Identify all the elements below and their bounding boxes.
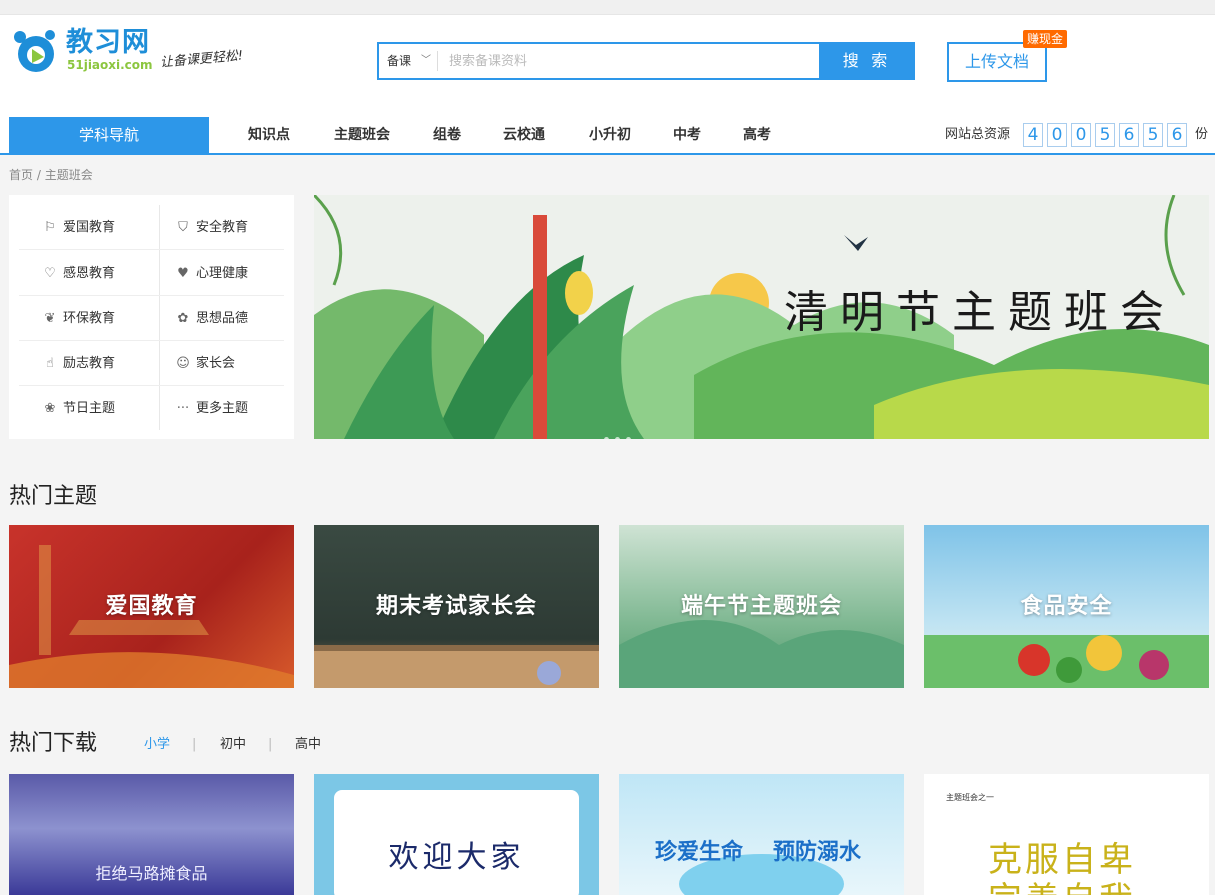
main-nav: 学科导航 知识点 主题班会 组卷 云校通 小升初 中考 高考 网站总资源 400…	[0, 115, 1215, 155]
download-card-title: 拒绝马路摊食品	[95, 864, 208, 883]
balloon-icon: ❀	[44, 401, 56, 416]
topic-item-label: 安全教育	[196, 220, 249, 235]
topic-menu: ⚐ 爱国教育 ⛉ 安全教育 ♡ 感恩教育 ♥ 心理健康 ❦ 环保教育 ✿ 思想品德 ☝ 励志教…	[9, 195, 294, 439]
top-strip	[0, 0, 1215, 15]
flag-icon: ⚐	[44, 220, 56, 235]
topic-item-label: 环保教育	[63, 311, 116, 326]
hot-topic-card[interactable]: 端午节主题班会	[619, 525, 904, 688]
download-card-title: 珍爱生命	[655, 840, 744, 865]
leaf-icon: ❦	[44, 311, 56, 326]
topic-item-label: 爱国教育	[63, 220, 116, 235]
carousel-dot[interactable]	[626, 437, 631, 439]
subject-nav-button[interactable]: 学科导航	[9, 117, 209, 153]
topic-item-environment[interactable]: ❦ 环保教育	[35, 296, 167, 341]
topic-item-label: 感恩教育	[63, 266, 116, 281]
breadcrumb-current: 主题班会	[44, 168, 93, 182]
heartbeat-icon: ♥	[177, 266, 189, 281]
topic-item-label: 心理健康	[196, 266, 249, 281]
download-card-caption: 主题班会之一	[946, 793, 994, 802]
tab-primary[interactable]: 小学	[144, 735, 170, 755]
topic-item-label: 家长会	[196, 356, 236, 371]
download-card[interactable]: 欢迎大家	[314, 774, 599, 895]
search-box: 备课 ﹀ 搜 索	[377, 42, 915, 80]
hot-topic-label: 食品安全	[1020, 594, 1113, 619]
more-icon: ···	[176, 401, 190, 416]
topic-item-inspiration[interactable]: ☝ 励志教育	[35, 341, 167, 386]
nav-item-paper[interactable]: 组卷	[433, 117, 461, 153]
search-category-select[interactable]: 备课 ﹀	[379, 44, 437, 78]
hot-topic-card[interactable]: 爱国教育	[9, 525, 294, 688]
resource-count-unit: 份	[1195, 127, 1209, 142]
topic-item-more[interactable]: ··· 更多主题	[168, 386, 300, 431]
resource-count-label: 网站总资源	[945, 127, 1011, 142]
topic-item-label: 节日主题	[63, 401, 116, 416]
shield-icon: ⛉	[178, 220, 188, 235]
brain-icon: ✿	[177, 311, 189, 326]
counter-digit: 6	[1119, 123, 1139, 147]
hot-topic-card[interactable]: 期末考试家长会	[314, 525, 599, 688]
tab-separator: |	[268, 737, 273, 752]
nav-item-cloud-school[interactable]: 云校通	[503, 117, 545, 153]
counter-digit: 0	[1047, 123, 1067, 147]
search-button[interactable]: 搜 索	[819, 44, 915, 78]
topic-item-gratitude[interactable]: ♡ 感恩教育	[35, 251, 167, 296]
nav-item-gaokao[interactable]: 高考	[743, 117, 771, 153]
heart-icon: ♡	[44, 266, 56, 281]
carousel-dot[interactable]	[615, 437, 620, 439]
carousel-dot[interactable]	[604, 437, 609, 439]
thumbs-up-icon: ☝	[46, 356, 54, 371]
counter-digit: 5	[1143, 123, 1163, 147]
hot-topic-label: 爱国教育	[105, 594, 198, 619]
nav-item-class-meeting[interactable]: 主题班会	[334, 117, 390, 153]
search-divider	[437, 51, 438, 71]
logo-domain: 51jiaoxi.com	[67, 58, 153, 72]
chevron-down-icon: ﹀	[421, 55, 431, 66]
search-category-label: 备课	[387, 54, 412, 68]
topic-item-parent-meeting[interactable]: ☺ 家长会	[168, 341, 300, 386]
topic-item-mental-health[interactable]: ♥ 心理健康	[168, 251, 300, 296]
hot-topic-label: 期末考试家长会	[375, 594, 537, 619]
hot-topics-title: 热门主题	[9, 484, 98, 509]
topic-item-safety[interactable]: ⛉ 安全教育	[168, 205, 300, 250]
upload-document-button[interactable]: 上传文档	[947, 42, 1047, 82]
breadcrumb: 首页 / 主题班会	[9, 165, 93, 185]
counter-digit: 6	[1167, 123, 1187, 147]
hot-topic-label: 端午节主题班会	[680, 594, 842, 619]
hot-topic-card[interactable]: 食品安全	[924, 525, 1209, 688]
family-icon: ☺	[176, 356, 190, 371]
tab-junior[interactable]: 初中	[220, 735, 246, 755]
resource-counter: 4005656	[1023, 123, 1191, 147]
topic-item-festival[interactable]: ❀ 节日主题	[35, 386, 167, 431]
banner-carousel[interactable]: 清明节主题班会	[314, 195, 1209, 439]
topic-item-label: 励志教育	[63, 356, 116, 371]
nav-item-knowledge[interactable]: 知识点	[248, 117, 290, 153]
breadcrumb-home[interactable]: 首页 /	[9, 168, 41, 182]
tab-separator: |	[192, 737, 197, 752]
download-card[interactable]: 拒绝马路摊食品	[9, 774, 294, 895]
counter-digit: 0	[1071, 123, 1091, 147]
logo-icon[interactable]	[10, 27, 58, 75]
topic-item-patriotic[interactable]: ⚐ 爱国教育	[35, 205, 167, 250]
tab-senior[interactable]: 高中	[295, 735, 321, 755]
logo-text[interactable]: 教习网	[66, 27, 150, 59]
download-card[interactable]: 主题班会之一 克服自卑 完善自我	[924, 774, 1209, 895]
download-card-subtitle: 完善自我	[988, 880, 1136, 895]
banner-title: 清明节主题班会	[784, 287, 1176, 338]
counter-digit: 4	[1023, 123, 1043, 147]
topic-item-label: 思想品德	[196, 311, 249, 326]
download-card[interactable]: 珍爱生命 预防溺水	[619, 774, 904, 895]
download-card-subtitle: 预防溺水	[773, 840, 862, 865]
download-card-title: 欢迎大家	[388, 840, 525, 875]
counter-digit: 5	[1095, 123, 1115, 147]
search-input[interactable]	[441, 44, 833, 78]
nav-item-zhongkao[interactable]: 中考	[673, 117, 701, 153]
topic-item-label: 更多主题	[196, 401, 249, 416]
earn-cash-badge: 赚现金	[1023, 30, 1068, 48]
download-card-title: 克服自卑	[988, 840, 1136, 880]
hot-downloads-title: 热门下载	[9, 731, 98, 756]
topic-item-morality[interactable]: ✿ 思想品德	[168, 296, 300, 341]
carousel-indicators[interactable]	[604, 427, 637, 439]
nav-item-primary-to-middle[interactable]: 小升初	[589, 117, 631, 153]
